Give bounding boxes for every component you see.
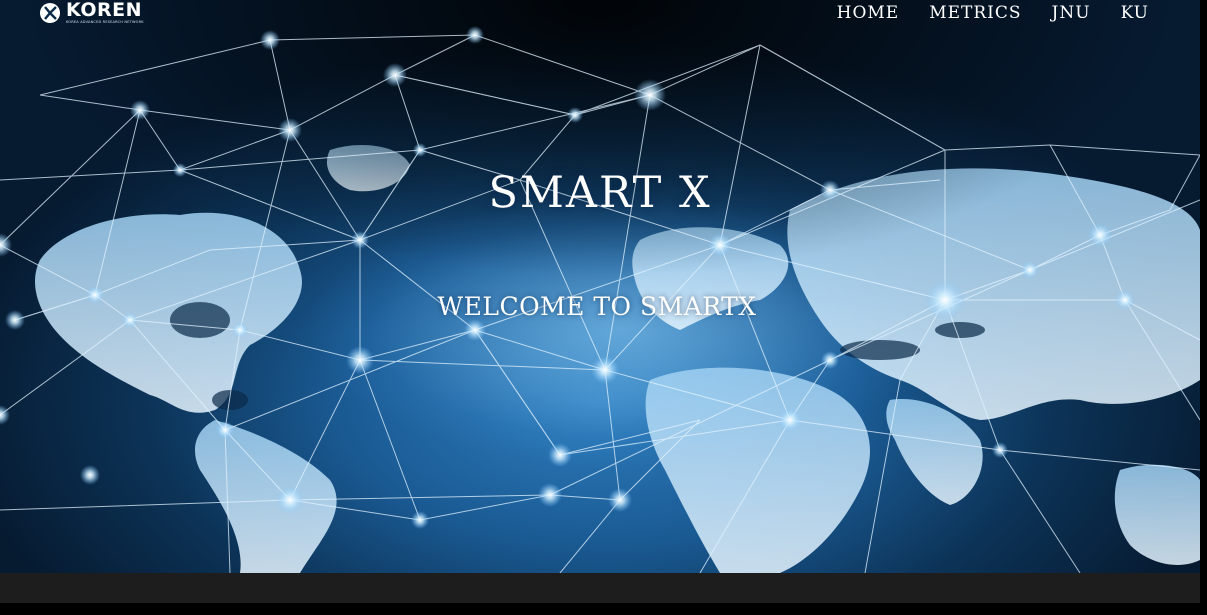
world-network-background	[0, 0, 1200, 573]
nav-jnu[interactable]: JNU	[1052, 3, 1091, 23]
footer-bar	[0, 573, 1200, 603]
top-navbar: KOREN KOREA ADVANCED RESEARCH NETWORK HO…	[0, 0, 1200, 26]
koren-logo-icon	[40, 3, 60, 23]
nav-ku[interactable]: KU	[1121, 3, 1149, 23]
right-edge-strip	[1200, 0, 1207, 615]
nav-metrics[interactable]: METRICS	[929, 3, 1021, 23]
hero-section: KOREN KOREA ADVANCED RESEARCH NETWORK HO…	[0, 0, 1200, 573]
brand-text: KOREN KOREA ADVANCED RESEARCH NETWORK	[66, 1, 144, 25]
brand-tagline: KOREA ADVANCED RESEARCH NETWORK	[66, 20, 144, 25]
hero-title: SMART X	[488, 168, 712, 218]
brand-logo[interactable]: KOREN KOREA ADVANCED RESEARCH NETWORK	[38, 0, 144, 26]
page: KOREN KOREA ADVANCED RESEARCH NETWORK HO…	[0, 0, 1207, 615]
main-nav: HOME METRICS JNU KU	[837, 3, 1149, 23]
brand-name: KOREN	[66, 0, 143, 22]
hero-subtitle: WELCOME TO SMARTX	[437, 292, 757, 321]
nav-home[interactable]: HOME	[837, 3, 900, 23]
